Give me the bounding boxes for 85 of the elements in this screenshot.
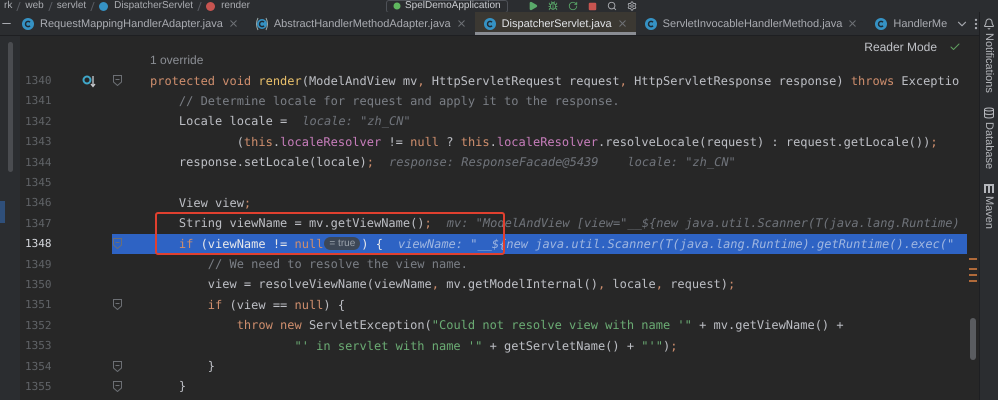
tab-label: DispatcherServlet.java bbox=[502, 18, 612, 30]
check-icon bbox=[949, 41, 961, 53]
line-number: 1347 bbox=[24, 216, 52, 232]
tool-window-button[interactable]: Notifications bbox=[983, 18, 995, 93]
line-number: 1340 bbox=[24, 73, 52, 90]
tool-window-button[interactable]: Maven bbox=[983, 183, 995, 230]
scrollbar-thumb[interactable] bbox=[970, 318, 976, 360]
code-vision-hint[interactable]: 1 override bbox=[150, 53, 204, 68]
tab-label: ServletInvocableHandlerMethod.java bbox=[662, 18, 842, 30]
reload-icon[interactable] bbox=[568, 1, 578, 11]
code-text: // We need to resolve the view name. bbox=[206, 257, 468, 272]
maven-icon bbox=[983, 183, 995, 194]
tab-label: AbstractHandlerMethodAdapter.java bbox=[274, 18, 451, 30]
breadcrumb-item[interactable]: render bbox=[221, 0, 250, 12]
search-icon[interactable] bbox=[606, 1, 617, 11]
class-icon bbox=[874, 16, 888, 30]
class-icon bbox=[254, 16, 269, 30]
class-icon bbox=[99, 2, 108, 10]
breadcrumb-item[interactable]: servlet bbox=[56, 0, 86, 12]
fold-icon[interactable] bbox=[113, 360, 122, 372]
line-number: 1351 bbox=[24, 297, 52, 314]
editor-tab[interactable]: DispatcherServlet.java bbox=[474, 12, 636, 35]
reader-mode-button[interactable]: Reader Mode bbox=[864, 40, 937, 54]
settings-icon[interactable] bbox=[626, 1, 637, 11]
breadcrumb-item[interactable]: web bbox=[25, 0, 44, 12]
line-number: 1353 bbox=[24, 338, 52, 354]
close-icon[interactable] bbox=[228, 18, 239, 29]
close-icon[interactable] bbox=[847, 18, 858, 29]
line-number: 1350 bbox=[24, 276, 52, 293]
editor-tab[interactable]: RequestMappingHandlerAdapter.java bbox=[13, 12, 247, 35]
close-icon[interactable] bbox=[616, 18, 628, 29]
code-text: (this.localeResolver != null ? this.localeResolver.resolveLocale(request) : request.getLocale()); bbox=[236, 134, 938, 149]
code-text: throw new ServletException("Could not resolve view with name '" + mv.getViewName() + bbox=[236, 318, 844, 332]
fold-icon[interactable] bbox=[113, 299, 122, 310]
line-number: 1349 bbox=[24, 256, 52, 273]
tool-window-button[interactable]: Database bbox=[983, 106, 995, 170]
ring-arrow-icon[interactable] bbox=[82, 74, 96, 88]
fold-icon[interactable] bbox=[113, 380, 122, 392]
editor-tab[interactable]: ServletInvocableHandlerMethod.java bbox=[636, 12, 866, 35]
app-icon bbox=[392, 2, 401, 10]
code-text: if (view == null) { bbox=[206, 298, 346, 312]
line-number: 1352 bbox=[24, 318, 52, 334]
tab-label: RequestMappingHandlerAdapter.java bbox=[40, 18, 223, 30]
bell-icon bbox=[983, 18, 995, 30]
editor-tab[interactable]: AbstractHandlerMethodAdapter.java bbox=[246, 12, 475, 35]
code-text: if (viewName != null bbox=[178, 236, 324, 251]
run-icon[interactable] bbox=[528, 1, 538, 11]
line-number: 1355 bbox=[24, 378, 52, 395]
inline-value-hint: locale: "zh_CN" bbox=[302, 114, 411, 128]
code-text: response.setLocale(locale); bbox=[178, 155, 374, 170]
inline-value-hint: response: ResponseFacade@5439 locale: "zh_CN" bbox=[388, 155, 736, 170]
line-number: 1341 bbox=[24, 93, 52, 110]
selection-marker bbox=[0, 201, 5, 223]
close-icon[interactable] bbox=[456, 18, 467, 29]
code-text: ) { bbox=[361, 236, 383, 251]
code-text: protected void render(ModelAndView mv, HttpServletRequest request, HttpServletResponse response) throws Exceptio bbox=[150, 74, 960, 88]
code-text: Locale locale = bbox=[178, 114, 288, 128]
value-badge: = true bbox=[324, 237, 360, 250]
line-number: 1346 bbox=[24, 195, 52, 212]
breadcrumb-item[interactable]: DispatcherServlet bbox=[114, 0, 194, 12]
code-text: View view; bbox=[178, 196, 252, 210]
line-number: 1354 bbox=[24, 358, 52, 375]
class-icon bbox=[644, 16, 658, 30]
code-text: } bbox=[206, 359, 216, 374]
class-icon bbox=[21, 16, 35, 30]
class-icon bbox=[482, 16, 497, 30]
line-number: 1342 bbox=[24, 114, 52, 130]
editor-tab[interactable]: HandlerMe bbox=[866, 12, 956, 35]
line-number: 1345 bbox=[24, 175, 52, 192]
code-text: } bbox=[178, 379, 186, 394]
line-number: 1344 bbox=[24, 154, 52, 171]
code-text: String viewName = mv.getViewName(); bbox=[178, 216, 432, 230]
breadcrumb-item[interactable]: rk bbox=[4, 0, 12, 12]
line-number: 1343 bbox=[24, 134, 52, 150]
debug-icon[interactable] bbox=[548, 1, 558, 11]
code-text: "' in servlet with name '" + getServletName() + "'"); bbox=[293, 338, 678, 353]
database-icon bbox=[983, 106, 995, 119]
stop-icon[interactable] bbox=[588, 2, 597, 10]
line-number: 1348 bbox=[24, 236, 52, 252]
code-text: view = resolveViewName(viewName, mv.getModelInternal(), locale, request); bbox=[206, 277, 736, 292]
method-icon bbox=[206, 2, 216, 10]
scrollbar-thumb[interactable] bbox=[8, 42, 12, 172]
code-text: // Determine locale for request and apply it to the response. bbox=[178, 94, 620, 108]
fold-icon[interactable] bbox=[113, 75, 122, 86]
tab-label: HandlerMe bbox=[893, 18, 948, 30]
